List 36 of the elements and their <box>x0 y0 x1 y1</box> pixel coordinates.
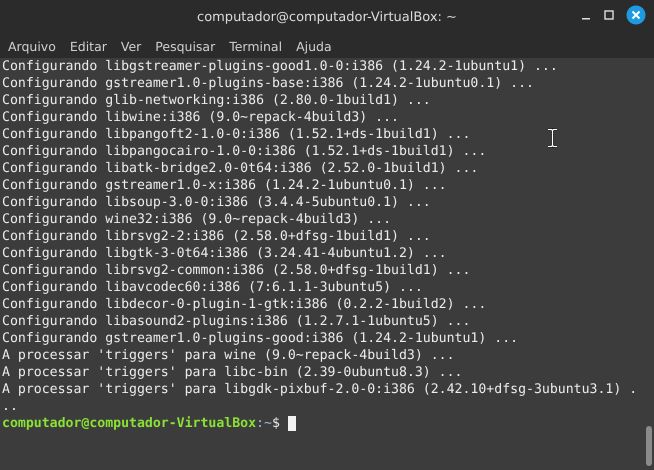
close-icon[interactable] <box>626 5 646 25</box>
text-cursor <box>288 416 296 431</box>
menu-item[interactable]: Ajuda <box>292 38 338 54</box>
terminal-output-line: Configurando libavcodec60:i386 (7:6.1.1-3ubuntu5) ... <box>2 279 423 296</box>
terminal-output-line: Configurando libpangoft2-1.0-0:i386 (1.52.1+ds-1build1) ... <box>2 126 470 143</box>
terminal-output-line: Configurando libpangocairo-1.0-0:i386 (1.52.1+ds-1build1) ... <box>2 143 486 160</box>
terminal-output-line: Configurando libwine:i386 (9.0~repack-4build3) ... <box>2 109 399 126</box>
terminal-output-line: Configurando librsvg2-2:i386 (2.58.0+dfsg-1build1) ... <box>2 228 431 245</box>
menu-item[interactable]: Editar <box>66 38 113 54</box>
prompt-path: :~ <box>256 415 272 432</box>
window-title: computador@computador-VirtualBox: ~ <box>197 10 457 24</box>
terminal-output-line: Configurando libdecor-0-plugin-1-gtk:i386 (0.2.2-1build2) ... <box>2 296 486 313</box>
menu-item[interactable]: Terminal <box>225 38 288 54</box>
maximize-icon[interactable] <box>602 8 616 22</box>
terminal-output-line: Configurando glib-networking:i386 (2.80.0-1build1) ... <box>2 92 431 109</box>
terminal-output-line: Configurando libasound2-plugins:i386 (1.2.7.1-1ubuntu5) ... <box>2 313 470 330</box>
prompt-symbol: $ <box>272 415 280 432</box>
terminal-output-line: Configurando libgtk-3-0t64:i386 (3.24.41-4ubuntu1.2) ... <box>2 245 447 262</box>
terminal-output-line: A processar 'triggers' para libgdk-pixbuf-2.0-0:i386 (2.42.10+dfsg-3ubuntu3.1) . <box>2 381 638 398</box>
menu-item[interactable]: Ver <box>116 38 148 54</box>
terminal-output-line: Configurando libgstreamer-plugins-good1.0-0:i386 (1.24.2-1ubuntu1) ... <box>2 58 558 75</box>
terminal-output-line: Configurando gstreamer1.0-plugins-good:i386 (1.24.2-1ubuntu1) ... <box>2 330 518 347</box>
terminal-output-line: A processar 'triggers' para libc-bin (2.39-0ubuntu8.3) ... <box>2 364 462 381</box>
terminal-output-line: Configurando gstreamer1.0-plugins-base:i386 (1.24.2-1ubuntu0.1) ... <box>2 75 534 92</box>
menu-item[interactable]: Arquivo <box>4 38 62 54</box>
terminal-output-line: Configurando gstreamer1.0-x:i386 (1.24.2-1ubuntu0.1) ... <box>2 177 447 194</box>
terminal-output-line: Configurando libsoup-3.0-0:i386 (3.4.4-5ubuntu0.1) ... <box>2 194 431 211</box>
menu-item[interactable]: Pesquisar <box>151 38 222 54</box>
terminal-output-line: Configurando wine32:i386 (9.0~repack-4build3) ... <box>2 211 392 228</box>
terminal-output-line: Configurando libatk-bridge2.0-0t64:i386 (2.52.0-1build1) ... <box>2 160 478 177</box>
scrollbar-thumb[interactable] <box>646 426 652 466</box>
text-select-pointer-icon <box>547 128 558 148</box>
terminal-output-line: .. <box>2 398 18 415</box>
prompt-user-host: computador@computador-VirtualBox <box>2 415 256 432</box>
terminal-output-line: Configurando librsvg2-common:i386 (2.58.0+dfsg-1build1) ... <box>2 262 470 279</box>
terminal-output-line: A processar 'triggers' para wine (9.0~repack-4build3) ... <box>2 347 455 364</box>
